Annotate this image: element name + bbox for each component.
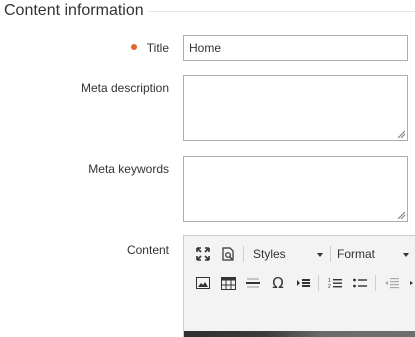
preview-icon[interactable] <box>216 242 240 266</box>
styles-dropdown-label: Styles <box>253 247 286 261</box>
format-dropdown-label: Format <box>337 247 376 261</box>
numbered-list-icon[interactable]: 1 2 <box>323 271 347 295</box>
chevron-down-icon <box>317 253 323 257</box>
meta-keywords-label: Meta keywords <box>88 162 169 176</box>
editor-toolbar-row-2: Ω 1 2 <box>184 269 415 297</box>
section-header: Content information <box>4 0 415 24</box>
toolbar-separator <box>375 275 376 291</box>
editor-toolbar-row-1: Styles Format <box>184 240 414 268</box>
resize-grip-icon[interactable] <box>397 130 405 138</box>
indent-icon[interactable] <box>405 271 415 295</box>
title-label: Title <box>146 41 169 55</box>
svg-text:2: 2 <box>328 284 331 289</box>
toolbar-separator <box>243 246 244 262</box>
content-label: Content <box>126 243 169 257</box>
outdent-icon[interactable] <box>380 271 404 295</box>
toolbar-separator <box>318 275 319 291</box>
styles-dropdown[interactable]: Styles <box>247 242 327 266</box>
image-icon[interactable] <box>191 271 215 295</box>
special-char-icon[interactable]: Ω <box>266 271 290 295</box>
resize-grip-icon[interactable] <box>397 211 405 219</box>
page-break-icon[interactable] <box>291 271 315 295</box>
section-title: Content information <box>4 1 149 21</box>
title-input[interactable] <box>183 35 408 61</box>
bulleted-list-icon[interactable] <box>348 271 372 295</box>
meta-description-label: Meta description <box>80 81 169 95</box>
meta-description-textarea[interactable] <box>183 75 408 141</box>
required-indicator <box>131 44 137 50</box>
toolbar-separator <box>330 246 331 262</box>
format-dropdown[interactable]: Format <box>334 242 414 266</box>
editor-content-area[interactable] <box>184 331 415 337</box>
table-icon[interactable] <box>216 271 240 295</box>
chevron-down-icon <box>403 253 409 257</box>
horizontal-rule-icon[interactable] <box>241 271 265 295</box>
content-information-form: Content information Title Meta descripti… <box>0 0 415 337</box>
rich-text-editor: Styles Format Ω 1 2 <box>183 235 415 337</box>
meta-keywords-textarea[interactable] <box>183 156 408 222</box>
fullscreen-icon[interactable] <box>191 242 215 266</box>
